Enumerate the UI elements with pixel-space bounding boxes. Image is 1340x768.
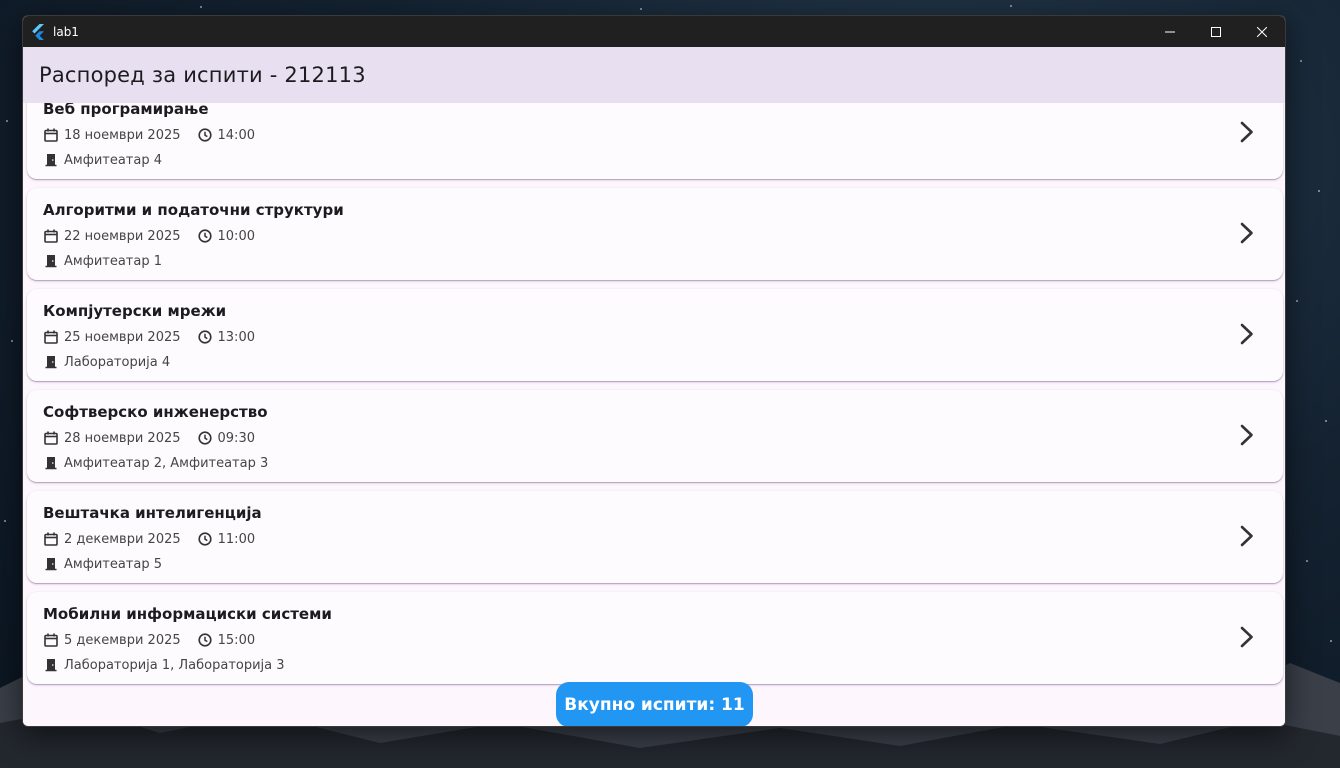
exam-room: Амфитеатар 4 xyxy=(64,152,162,168)
exam-card[interactable]: Алгоритми и податочни структури 22 ноемв… xyxy=(27,188,1283,280)
window-titlebar: lab1 xyxy=(23,16,1285,47)
exam-room: Амфитеатар 2, Амфитеатар 3 xyxy=(64,455,269,471)
chevron-right-icon xyxy=(1237,524,1257,548)
clock-icon xyxy=(197,531,213,547)
exam-date: 5 декември 2025 xyxy=(64,632,181,648)
exam-schedule-row: 28 ноември 2025 09:30 xyxy=(43,430,255,446)
exam-time: 09:30 xyxy=(217,430,255,446)
door-icon xyxy=(43,556,59,572)
exam-date: 25 ноември 2025 xyxy=(64,329,181,345)
window-title: lab1 xyxy=(53,24,79,39)
door-icon xyxy=(43,657,59,673)
exam-name: Мобилни информациски системи xyxy=(43,605,332,623)
app-bar: Распоред за испити - 212113 xyxy=(23,47,1285,103)
exam-schedule-row: 2 декември 2025 11:00 xyxy=(43,531,255,547)
exam-time: 11:00 xyxy=(217,531,256,547)
chevron-right-icon xyxy=(1237,221,1257,245)
exam-time: 14:00 xyxy=(217,127,255,143)
chevron-right-icon xyxy=(1237,423,1257,447)
exam-room-row: Амфитеатар 4 xyxy=(43,152,162,168)
exam-room: Амфитеатар 5 xyxy=(64,556,162,572)
exam-time: 13:00 xyxy=(217,329,255,345)
calendar-icon xyxy=(43,531,59,547)
exam-card[interactable]: Софтверско инженерство 28 ноември 2025 0… xyxy=(27,390,1283,482)
door-icon xyxy=(43,253,59,269)
exam-room: Лабораторија 4 xyxy=(64,354,171,370)
app-window: lab1 Распоред за испити - 212113 Веб про… xyxy=(22,15,1286,727)
door-icon xyxy=(43,455,59,471)
flutter-logo-icon xyxy=(23,16,53,47)
maximize-icon xyxy=(1211,26,1221,37)
exam-date: 22 ноември 2025 xyxy=(64,228,181,244)
door-icon xyxy=(43,354,59,370)
calendar-icon xyxy=(43,632,59,648)
exam-name: Вештачка интелигенција xyxy=(43,504,262,522)
exam-room: Амфитеатар 1 xyxy=(64,253,162,269)
exam-card[interactable]: Мобилни информациски системи 5 декември … xyxy=(27,592,1283,684)
exam-schedule-row: 22 ноември 2025 10:00 xyxy=(43,228,255,244)
total-exams-label: Вкупно испити: 11 xyxy=(564,694,745,715)
chevron-right-icon xyxy=(1237,625,1257,649)
exam-schedule-row: 25 ноември 2025 13:00 xyxy=(43,329,255,345)
clock-icon xyxy=(197,127,213,143)
exam-name: Алгоритми и податочни структури xyxy=(43,201,344,219)
exam-name: Компјутерски мрежи xyxy=(43,302,227,320)
exam-date: 18 ноември 2025 xyxy=(64,127,181,143)
minimize-icon xyxy=(1165,31,1175,32)
exam-time: 15:00 xyxy=(217,632,256,648)
close-icon xyxy=(1257,26,1267,37)
calendar-icon xyxy=(43,127,59,143)
calendar-icon xyxy=(43,430,59,446)
exam-name: Софтверско инженерство xyxy=(43,403,268,421)
calendar-icon xyxy=(43,329,59,345)
clock-icon xyxy=(197,632,213,648)
exam-room-row: Амфитеатар 1 xyxy=(43,253,162,269)
exam-room-row: Лабораторија 1, Лабораторија 3 xyxy=(43,657,285,673)
chevron-right-icon xyxy=(1237,120,1257,144)
calendar-icon xyxy=(43,228,59,244)
clock-icon xyxy=(197,430,213,446)
maximize-button[interactable] xyxy=(1193,16,1239,47)
exam-card[interactable]: Веб програмирање 18 ноември 2025 14:00 А… xyxy=(27,103,1283,179)
exam-card[interactable]: Вештачка интелигенција 2 декември 2025 1… xyxy=(27,491,1283,583)
exam-name: Веб програмирање xyxy=(43,103,209,118)
exam-time: 10:00 xyxy=(217,228,255,244)
exam-room-row: Амфитеатар 2, Амфитеатар 3 xyxy=(43,455,268,471)
exam-date: 2 декември 2025 xyxy=(64,531,181,547)
exam-room-row: Лабораторија 4 xyxy=(43,354,170,370)
exam-schedule-row: 5 декември 2025 15:00 xyxy=(43,632,255,648)
clock-icon xyxy=(197,228,213,244)
door-icon xyxy=(43,152,59,168)
exam-date: 28 ноември 2025 xyxy=(64,430,181,446)
exam-room-row: Амфитеатар 5 xyxy=(43,556,162,572)
total-exams-button[interactable]: Вкупно испити: 11 xyxy=(556,682,753,726)
close-button[interactable] xyxy=(1239,16,1285,47)
exam-room: Лабораторија 1, Лабораторија 3 xyxy=(64,657,285,673)
page-title: Распоред за испити - 212113 xyxy=(39,63,366,87)
minimize-button[interactable] xyxy=(1147,16,1193,47)
exam-list[interactable]: Веб програмирање 18 ноември 2025 14:00 А… xyxy=(23,103,1285,726)
exam-schedule-row: 18 ноември 2025 14:00 xyxy=(43,127,255,143)
clock-icon xyxy=(197,329,213,345)
chevron-right-icon xyxy=(1237,322,1257,346)
exam-card[interactable]: Компјутерски мрежи 25 ноември 2025 13:00… xyxy=(27,289,1283,381)
